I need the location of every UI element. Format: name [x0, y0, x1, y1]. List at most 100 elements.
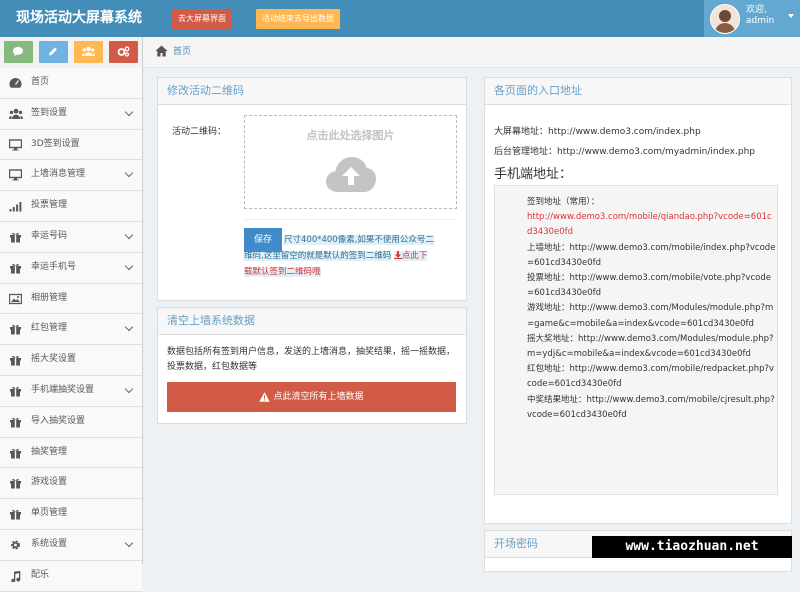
sidebar-item-label: 手机端抽奖设置	[31, 384, 95, 395]
mobile-url-3[interactable]: 投票地址：http://www.demo3.com/mobile/vote.ph…	[527, 271, 777, 301]
sidebar-item-16[interactable]: 配乐	[0, 560, 142, 592]
sidebar-item-label: 红包管理	[31, 323, 68, 334]
sidebar-item-label: 幸运号码	[31, 230, 68, 241]
pencil-icon	[49, 47, 57, 56]
sidebar-item-1[interactable]: 签到设置	[0, 98, 142, 130]
sidebar-item-4[interactable]: 投票管理	[0, 191, 142, 222]
mobile-urls-title: 手机端地址：	[494, 167, 573, 182]
mobile-url-6[interactable]: 红包地址：http://www.demo3.com/mobile/redpack…	[527, 362, 777, 392]
sidebar-item-15[interactable]: 系统设置	[0, 529, 142, 561]
brand-title[interactable]: 现场活动大屏幕系统	[16, 0, 142, 37]
sidebar-item-label: 幸运手机号	[31, 261, 77, 272]
caret-down-icon	[788, 14, 794, 18]
gift-icon	[9, 477, 22, 489]
mobile-url-4[interactable]: 游戏地址：http://www.demo3.com/Modules/module…	[527, 301, 777, 331]
sidebar-item-label: 游戏设置	[31, 477, 68, 488]
clear-all-data-button[interactable]: 点此清空所有上墙数据	[167, 382, 456, 412]
sidebar-item-3[interactable]: 上墙消息管理	[0, 160, 142, 192]
panel-title: 修改活动二维码	[158, 78, 466, 105]
sidebar-item-5[interactable]: 幸运号码	[0, 221, 142, 253]
sidebar-item-label: 首页	[31, 77, 50, 87]
sidebar-item-2[interactable]: 3D签到设置	[0, 129, 142, 161]
user-menu[interactable]: 欢迎, admin	[704, 0, 800, 37]
dashboard-icon	[9, 77, 22, 89]
cogs-icon	[117, 46, 130, 57]
chevron-down-icon	[124, 384, 134, 394]
sidebar-item-7[interactable]: 相册管理	[0, 283, 142, 315]
sidebar-item-label: 签到设置	[31, 107, 68, 118]
sidebar-item-label: 上墙消息管理	[31, 169, 86, 180]
chevron-down-icon	[124, 261, 134, 271]
sidebar-item-10[interactable]: 手机端抽奖设置	[0, 375, 142, 407]
sidebar-item-8[interactable]: 红包管理	[0, 314, 142, 346]
sidebar-item-label: 系统设置	[31, 538, 68, 549]
sidebar: 首页签到设置 3D签到设置 上墙消息管理 投票管理幸运号码幸运手机号相册管理红包管理摇…	[0, 37, 143, 592]
sidebar-item-label: 单页管理	[31, 508, 68, 519]
mobile-url-0[interactable]: 签到地址（常用）：	[527, 195, 777, 210]
avatar	[710, 4, 740, 34]
chevron-down-icon	[124, 538, 134, 548]
gift-icon	[9, 416, 22, 428]
group-icon	[82, 46, 95, 56]
qr-code-panel: 修改活动二维码 活动二维码： 点击此处选择图片 尺寸400*400像素,如果不使…	[157, 77, 467, 301]
sidebar-item-label: 抽奖管理	[31, 446, 68, 457]
sidebar-item-label: 3D签到设置	[31, 138, 80, 149]
mobile-url-7[interactable]: 中奖结果地址：http://www.demo3.com/mobile/cjres…	[527, 393, 777, 423]
breadcrumb-home[interactable]: 首页	[173, 37, 191, 67]
clear-data-panel: 清空上墙系统数据 数据包括所有签到用户信息，发送的上墙消息，抽奖结果，摇一摇数据…	[157, 307, 467, 424]
mobile-url-list: 签到地址（常用）： http://www.demo3.com/mobile/qia…	[527, 195, 777, 423]
sidebar-nav: 首页签到设置 3D签到设置 上墙消息管理 投票管理幸运号码幸运手机号相册管理红包管理摇…	[0, 68, 142, 592]
breadcrumb: 首页	[143, 37, 800, 68]
panel-title: 各页面的入口地址	[485, 78, 791, 105]
sidebar-item-label: 相册管理	[31, 292, 68, 303]
sidebar-item-label: 投票管理	[31, 200, 68, 211]
comment-button[interactable]	[4, 41, 33, 63]
shortcut-buttons	[4, 41, 138, 65]
sidebar-item-6[interactable]: 幸运手机号	[0, 252, 142, 284]
warning-icon	[259, 391, 271, 402]
gift-icon	[9, 262, 22, 274]
navbar: 现场活动大屏幕系统 去大屏幕界面 活动结束去导出数据 欢迎, admin	[0, 0, 800, 37]
export-data-button[interactable]: 活动结束去导出数据	[256, 9, 340, 29]
note-text-2: 维码,这里留空的就是默认的签到二维码	[244, 251, 392, 261]
sidebar-item-0[interactable]: 首页	[0, 68, 142, 99]
settings-button[interactable]	[109, 41, 138, 63]
sidebar-item-9[interactable]: 摇大奖设置	[0, 345, 142, 376]
clear-description: 数据包括所有签到用户信息，发送的上墙消息，抽奖结果，摇一摇数据，投票数据，红包数…	[167, 347, 456, 372]
welcome-text: 欢迎,	[746, 5, 767, 15]
sidebar-item-label: 摇大奖设置	[31, 354, 77, 365]
gift-icon	[9, 447, 22, 459]
mobile-urls-box: 签到地址（常用）： http://www.demo3.com/mobile/qia…	[494, 185, 778, 495]
cog-icon	[9, 539, 22, 551]
gift-icon	[9, 231, 22, 243]
image-upload-dropzone[interactable]: 点击此处选择图片	[244, 115, 457, 209]
entry-urls-panel: 各页面的入口地址 大屏幕地址：http://www.demo3.com/inde…	[484, 77, 792, 524]
username: admin	[746, 16, 775, 26]
sidebar-item-12[interactable]: 抽奖管理	[0, 437, 142, 469]
gift-icon	[9, 385, 22, 397]
panel-title: 清空上墙系统数据	[158, 308, 466, 335]
pencil-button[interactable]	[39, 41, 68, 63]
mobile-url-1[interactable]: http://www.demo3.com/mobile/qiandao.php?…	[527, 210, 777, 240]
chevron-down-icon	[124, 323, 134, 332]
qr-label: 活动二维码：	[172, 127, 227, 137]
gift-icon	[9, 323, 22, 335]
bar-chart-icon	[9, 200, 22, 212]
sidebar-item-14[interactable]: 单页管理	[0, 499, 142, 530]
sidebar-item-11[interactable]: 导入抽奖设置	[0, 406, 142, 438]
go-big-screen-button[interactable]: 去大屏幕界面	[172, 9, 232, 29]
group-icon	[9, 108, 23, 120]
gift-icon	[9, 508, 22, 520]
save-button[interactable]: 保存	[244, 228, 282, 252]
note-text-1: 尺寸400*400像素,如果不使用公众号二	[284, 235, 434, 245]
comment-icon	[13, 47, 23, 56]
download-icon	[393, 251, 402, 259]
watermark: www.tiaozhuan.net	[592, 536, 792, 558]
mobile-url-2[interactable]: 上墙地址：http://www.demo3.com/mobile/index.p…	[527, 241, 777, 271]
group-button[interactable]	[74, 41, 103, 63]
mobile-url-5[interactable]: 摇大奖地址：http://www.demo3.com/Modules/modul…	[527, 332, 777, 362]
gift-icon	[9, 354, 22, 366]
sidebar-item-13[interactable]: 游戏设置	[0, 468, 142, 500]
chevron-down-icon	[124, 107, 134, 117]
big-screen-url: 大屏幕地址：http://www.demo3.com/index.php	[494, 127, 701, 137]
